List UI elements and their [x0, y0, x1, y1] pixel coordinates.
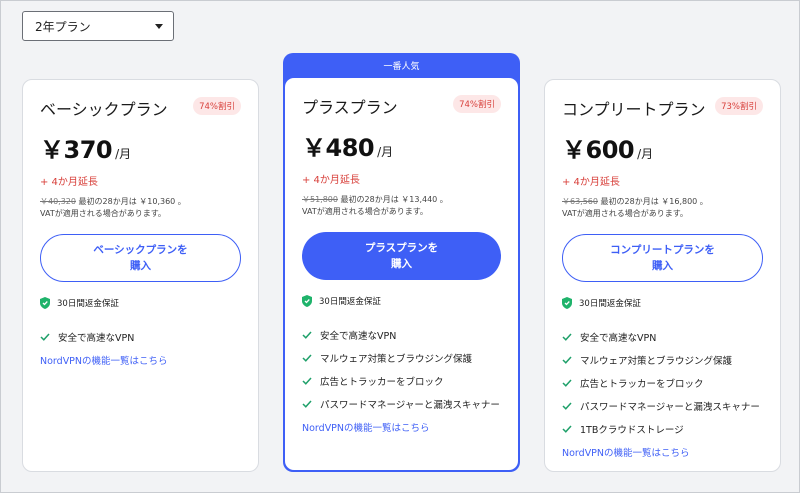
- extension-text: + 4か月延長: [40, 177, 98, 188]
- guarantee: 30日間返金保証: [302, 295, 501, 307]
- first-term-price: 最初の28か月は ￥13,440 。: [340, 195, 448, 204]
- check-icon: [562, 424, 572, 433]
- features-link[interactable]: NordVPNの機能一覧はこちら: [562, 445, 690, 459]
- price-unit: /月: [377, 145, 394, 159]
- button-label-line2: 購入: [129, 260, 151, 272]
- feature-text: 安全で高速なVPN: [58, 332, 135, 344]
- feature-text: パスワードマネージャーと漏洩スキャナー: [580, 401, 760, 413]
- list-item: 安全で高速なVPN: [302, 323, 501, 346]
- extension-text: + 4か月延長: [302, 175, 360, 186]
- list-item: 安全で高速なVPN: [40, 325, 241, 348]
- guarantee-text: 30日間返金保証: [319, 297, 381, 307]
- button-label-line1: プラスプランを: [364, 242, 439, 254]
- plan-card-plus-body: プラスプラン 74%割引 ￥480 /月 + 4か月延長 ￥51,800 最初の…: [285, 78, 518, 470]
- caret-down-icon: [155, 24, 163, 29]
- feature-list: 安全で高速なVPN マルウェア対策とブラウジング保護 広告とトラッカーをブロック…: [562, 325, 763, 440]
- feature-text: マルウェア対策とブラウジング保護: [320, 353, 473, 365]
- guarantee: 30日間返金保証: [40, 297, 241, 309]
- price-unit: /月: [115, 147, 132, 161]
- check-icon: [302, 376, 312, 385]
- price-note: ￥51,800 最初の28か月は ￥13,440 。 VATが適用される場合があ…: [302, 194, 501, 218]
- price-note: ￥40,320 最初の28か月は ￥10,360 。 VATが適用される場合があ…: [40, 196, 241, 220]
- vat-note: VATが適用される場合があります。: [302, 207, 428, 216]
- plan-price: ￥600: [562, 136, 635, 164]
- shield-icon: [40, 297, 50, 309]
- list-item: パスワードマネージャーと漏洩スキャナー: [562, 394, 763, 417]
- popular-ribbon: 一番人気: [383, 62, 420, 72]
- feature-text: マルウェア対策とブラウジング保護: [580, 355, 733, 367]
- feature-text: 1TBクラウドストレージ: [580, 424, 684, 436]
- vat-note: VATが適用される場合があります。: [562, 209, 688, 218]
- feature-text: 安全で高速なVPN: [580, 332, 657, 344]
- shield-icon: [302, 295, 312, 307]
- guarantee-text: 30日間返金保証: [57, 299, 119, 309]
- button-label-line2: 購入: [390, 258, 412, 270]
- check-icon: [302, 330, 312, 339]
- features-link[interactable]: NordVPNの機能一覧はこちら: [40, 353, 168, 367]
- feature-text: 安全で高速なVPN: [320, 330, 397, 342]
- button-label-line2: 購入: [652, 260, 673, 272]
- price-unit: /月: [637, 147, 654, 161]
- list-item: 1TBクラウドストレージ: [562, 417, 763, 440]
- list-item: マルウェア対策とブラウジング保護: [562, 348, 763, 371]
- original-price: ￥40,320: [40, 197, 76, 206]
- list-item: 広告とトラッカーをブロック: [302, 369, 501, 392]
- button-label-line1: ベーシックプランを: [93, 244, 188, 256]
- list-item: パスワードマネージャーと漏洩スキャナー: [302, 392, 501, 415]
- plan-card-basic: ベーシックプラン 74%割引 ￥370 /月 + 4か月延長 ￥40,320 最…: [22, 79, 259, 472]
- plan-card-complete: コンプリートプラン 73%割引 ￥600 /月 + 4か月延長 ￥63,560 …: [544, 79, 781, 472]
- price-note: ￥63,560 最初の28か月は ￥16,800 。 VATが適用される場合があ…: [562, 196, 763, 220]
- first-term-price: 最初の28か月は ￥10,360 。: [78, 197, 186, 206]
- check-icon: [302, 353, 312, 362]
- feature-text: 広告とトラッカーをブロック: [320, 376, 444, 388]
- first-term-price: 最初の28か月は ￥16,800 。: [600, 197, 708, 206]
- plan-card-plus: 一番人気 プラスプラン 74%割引 ￥480 /月 + 4か月延長 ￥51,80…: [283, 53, 520, 472]
- buy-basic-button[interactable]: ベーシックプランを 購入: [40, 234, 241, 282]
- discount-badge: 74%割引: [193, 97, 241, 115]
- check-icon: [302, 399, 312, 408]
- feature-text: 広告とトラッカーをブロック: [580, 378, 704, 390]
- discount-badge: 74%割引: [453, 95, 501, 113]
- plan-duration-select[interactable]: 2年プラン: [22, 11, 174, 41]
- guarantee-text: 30日間返金保証: [579, 299, 641, 309]
- plan-duration-value: 2年プラン: [35, 19, 91, 34]
- buy-complete-button[interactable]: コンプリートプランを 購入: [562, 234, 763, 282]
- vat-note: VATが適用される場合があります。: [40, 209, 166, 218]
- original-price: ￥51,800: [302, 195, 338, 204]
- feature-text: パスワードマネージャーと漏洩スキャナー: [320, 399, 500, 411]
- check-icon: [40, 332, 50, 341]
- features-link[interactable]: NordVPNの機能一覧はこちら: [302, 420, 430, 434]
- plan-price: ￥370: [40, 136, 113, 164]
- feature-list: 安全で高速なVPN マルウェア対策とブラウジング保護 広告とトラッカーをブロック…: [302, 323, 501, 415]
- check-icon: [562, 332, 572, 341]
- check-icon: [562, 401, 572, 410]
- check-icon: [562, 355, 572, 364]
- buy-plus-button[interactable]: プラスプランを 購入: [302, 232, 501, 280]
- guarantee: 30日間返金保証: [562, 297, 763, 309]
- button-label-line1: コンプリートプランを: [610, 244, 715, 256]
- extension-text: + 4か月延長: [562, 177, 620, 188]
- list-item: 広告とトラッカーをブロック: [562, 371, 763, 394]
- list-item: マルウェア対策とブラウジング保護: [302, 346, 501, 369]
- feature-list: 安全で高速なVPN: [40, 325, 241, 348]
- discount-badge: 73%割引: [715, 97, 763, 115]
- original-price: ￥63,560: [562, 197, 598, 206]
- list-item: 安全で高速なVPN: [562, 325, 763, 348]
- shield-icon: [562, 297, 572, 309]
- check-icon: [562, 378, 572, 387]
- plan-price: ￥480: [302, 134, 375, 162]
